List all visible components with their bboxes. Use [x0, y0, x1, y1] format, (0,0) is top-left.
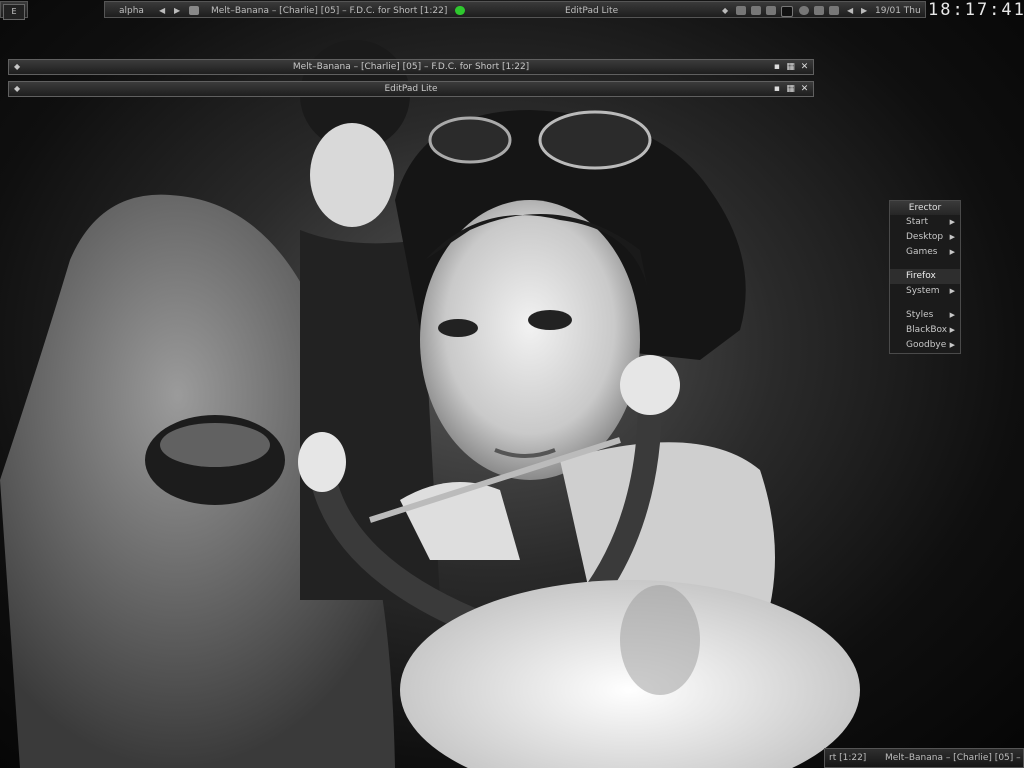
e-button[interactable]: E: [3, 4, 25, 20]
date-label: 19/01 Thu: [875, 6, 921, 16]
menu-item-firefox[interactable]: Firefox: [890, 269, 960, 284]
workspace-next-arrow-icon[interactable]: ▶: [174, 2, 180, 20]
window-titlebar-label: Melt–Banana – [Charlie] [05] – F.D.C. fo…: [292, 62, 530, 72]
tray-icon-6[interactable]: [814, 6, 824, 15]
minimize-icon[interactable]: ▪: [771, 82, 782, 96]
submenu-arrow-icon: ▶: [949, 233, 955, 241]
menu-item-blackbox[interactable]: BlackBox ▶: [890, 323, 960, 338]
close-icon[interactable]: ✕: [799, 60, 810, 74]
window-controls: ▪ ▦ ✕: [771, 82, 810, 96]
tray-icon-1[interactable]: [736, 6, 746, 15]
window-titlebar-melt-banana[interactable]: ◆ Melt–Banana – [Charlie] [05] – F.D.C. …: [8, 59, 814, 75]
workspace-label[interactable]: alpha: [119, 2, 144, 20]
bottom-ticker[interactable]: rt [1:22] Melt–Banana – [Charlie] [05] –: [824, 748, 1024, 768]
menu-item-games[interactable]: Games ▶: [890, 245, 960, 260]
menu-item-label: Styles: [906, 310, 934, 320]
tray-icon-7[interactable]: [829, 6, 839, 15]
window-menu-icon[interactable]: ◆: [14, 82, 20, 96]
menu-separator: [890, 299, 960, 308]
minimize-icon[interactable]: ▪: [771, 60, 782, 74]
main-toolbar: alpha ◀ ▶ Melt–Banana – [Charlie] [05] –…: [104, 1, 926, 18]
tray-icon-2[interactable]: [751, 6, 761, 15]
menu-item-desktop[interactable]: Desktop ▶: [890, 230, 960, 245]
diamond-icon[interactable]: ◆: [722, 2, 728, 20]
workspace-prev-arrow-icon[interactable]: ◀: [159, 2, 165, 20]
menu-item-label: Desktop: [906, 232, 944, 242]
ticker-text: Melt–Banana – [Charlie] [05] –: [885, 753, 1021, 763]
menu-separator: [890, 260, 960, 269]
submenu-arrow-icon: ▶: [949, 311, 955, 319]
menu-item-start[interactable]: Start ▶: [890, 215, 960, 230]
tray-icon-4[interactable]: [781, 6, 793, 17]
maximize-icon[interactable]: ▦: [785, 60, 796, 74]
menu-item-label: Start: [906, 217, 928, 227]
tray-next-arrow-icon[interactable]: ▶: [861, 2, 867, 20]
desktop: E alpha ◀ ▶ Melt–Banana – [Charlie] [05]…: [0, 0, 1024, 768]
maximize-icon[interactable]: ▦: [785, 82, 796, 96]
ticker-fragment: rt [1:22]: [829, 753, 867, 763]
root-menu: Erector Start ▶ Desktop ▶ Games ▶ Firefo…: [889, 200, 961, 354]
tray-icon-5[interactable]: [799, 6, 809, 15]
app-icon[interactable]: [189, 6, 199, 15]
tray-prev-arrow-icon[interactable]: ◀: [847, 2, 853, 20]
top-toolbar: E alpha ◀ ▶ Melt–Banana – [Charlie] [05]…: [0, 0, 1024, 20]
window-menu-icon[interactable]: ◆: [14, 60, 20, 74]
window-titlebar-editpad[interactable]: ◆ EditPad Lite ▪ ▦ ✕: [8, 81, 814, 97]
menu-item-label: BlackBox: [906, 325, 948, 335]
menu-segment: E: [0, 1, 28, 20]
close-icon[interactable]: ✕: [799, 82, 810, 96]
window-title[interactable]: Melt–Banana – [Charlie] [05] – F.D.C. fo…: [211, 2, 447, 20]
editpad-app-icon[interactable]: [455, 6, 465, 15]
submenu-arrow-icon: ▶: [949, 248, 955, 256]
wallpaper-photo: [0, 40, 860, 768]
root-menu-title: Erector: [890, 201, 960, 215]
menu-item-label: System: [906, 286, 940, 296]
focused-app-title[interactable]: EditPad Lite: [565, 2, 618, 20]
menu-item-label: Firefox: [906, 271, 936, 281]
menu-item-goodbye[interactable]: Goodbye ▶: [890, 338, 960, 353]
submenu-arrow-icon: ▶: [949, 287, 955, 295]
submenu-arrow-icon: ▶: [949, 326, 955, 334]
menu-item-system[interactable]: System ▶: [890, 284, 960, 299]
clock: 18:17:41: [928, 0, 1024, 20]
window-titlebar-label: EditPad Lite: [384, 84, 438, 94]
submenu-arrow-icon: ▶: [949, 218, 955, 226]
menu-item-styles[interactable]: Styles ▶: [890, 308, 960, 323]
tray-icon-3[interactable]: [766, 6, 776, 15]
submenu-arrow-icon: ▶: [949, 341, 955, 349]
window-controls: ▪ ▦ ✕: [771, 60, 810, 74]
menu-item-label: Games: [906, 247, 938, 257]
menu-item-label: Goodbye: [906, 340, 947, 350]
